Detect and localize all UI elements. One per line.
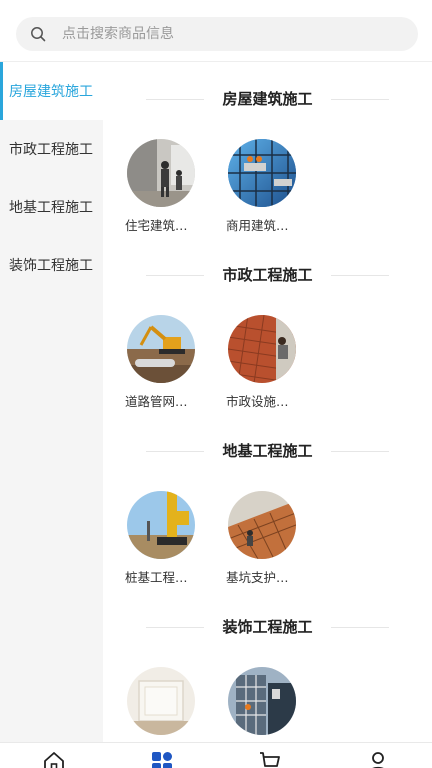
tile-label: 市政设施… [226,394,289,409]
category-icon [152,752,172,768]
category-tile[interactable]: 基坑支护… [226,491,306,586]
search-bar[interactable] [16,17,418,51]
excavator-photo [127,315,195,383]
nav-home[interactable] [0,743,108,768]
divider [146,627,204,628]
section-title: 市政工程施工 [103,264,432,285]
brick-paving-photo [228,315,296,383]
pile-driver-photo [127,491,195,559]
search-input[interactable] [62,26,418,42]
category-tile[interactable] [125,667,205,742]
search-icon [31,27,46,42]
category-tile[interactable] [226,667,306,742]
divider [331,451,389,452]
sidebar-item-label: 装饰工程施工 [9,258,93,274]
section-decoration: 装饰工程施工 [103,590,432,742]
section-title: 装饰工程施工 [103,616,432,637]
tile-label: 基坑支护… [226,570,289,585]
category-tile[interactable]: 道路管网… [125,315,205,410]
category-content: 房屋建筑施工 住宅建筑… 商用建筑… 市政工程施工 道路管网… 市政设施… 地基… [103,62,432,742]
facade-scaffold-photo [228,667,296,735]
bottom-nav [0,742,432,768]
sidebar-item-decoration[interactable]: 装饰工程施工 [0,236,103,294]
category-sidebar: 房屋建筑施工 市政工程施工 地基工程施工 装饰工程施工 [0,62,103,742]
sidebar-item-housing[interactable]: 房屋建筑施工 [0,62,103,120]
category-tile[interactable]: 住宅建筑… [125,139,205,234]
cart-icon [260,752,280,767]
tile-label: 道路管网… [125,394,188,409]
nav-user[interactable] [324,743,432,768]
divider [331,627,389,628]
section-title-text: 房屋建筑施工 [222,90,313,108]
sidebar-item-label: 房屋建筑施工 [9,84,93,100]
section-title-text: 地基工程施工 [222,442,313,460]
section-title: 地基工程施工 [103,440,432,461]
sidebar-item-municipal[interactable]: 市政工程施工 [0,120,103,178]
category-tile[interactable]: 商用建筑… [226,139,306,234]
section-title: 房屋建筑施工 [103,88,432,109]
tile-label: 桩基工程… [125,570,188,585]
section-foundation: 地基工程施工 桩基工程… 基坑支护… [103,414,432,590]
divider [146,451,204,452]
nav-cart[interactable] [216,743,324,768]
interior-room-photo [127,667,195,735]
sidebar-item-label: 地基工程施工 [9,200,93,216]
category-tile[interactable]: 桩基工程… [125,491,205,586]
app-root: 房屋建筑施工 市政工程施工 地基工程施工 装饰工程施工 房屋建筑施工 [0,0,432,768]
user-icon [372,752,384,768]
category-tile[interactable]: 市政设施… [226,315,306,410]
interior-worker-photo [127,139,195,207]
section-title-text: 市政工程施工 [222,266,313,284]
nav-category[interactable] [108,743,216,768]
glass-facade-photo [228,139,296,207]
divider [146,99,204,100]
tile-label: 住宅建筑… [125,218,188,233]
divider [331,99,389,100]
search-header [0,0,432,62]
section-title-text: 装饰工程施工 [222,618,313,636]
slope-support-photo [228,491,296,559]
sidebar-item-foundation[interactable]: 地基工程施工 [0,178,103,236]
section-municipal: 市政工程施工 道路管网… 市政设施… [103,238,432,414]
section-housing: 房屋建筑施工 住宅建筑… 商用建筑… [103,62,432,238]
home-icon [44,752,64,768]
divider [331,275,389,276]
tile-label: 商用建筑… [226,218,289,233]
sidebar-item-label: 市政工程施工 [9,142,93,158]
divider [146,275,204,276]
